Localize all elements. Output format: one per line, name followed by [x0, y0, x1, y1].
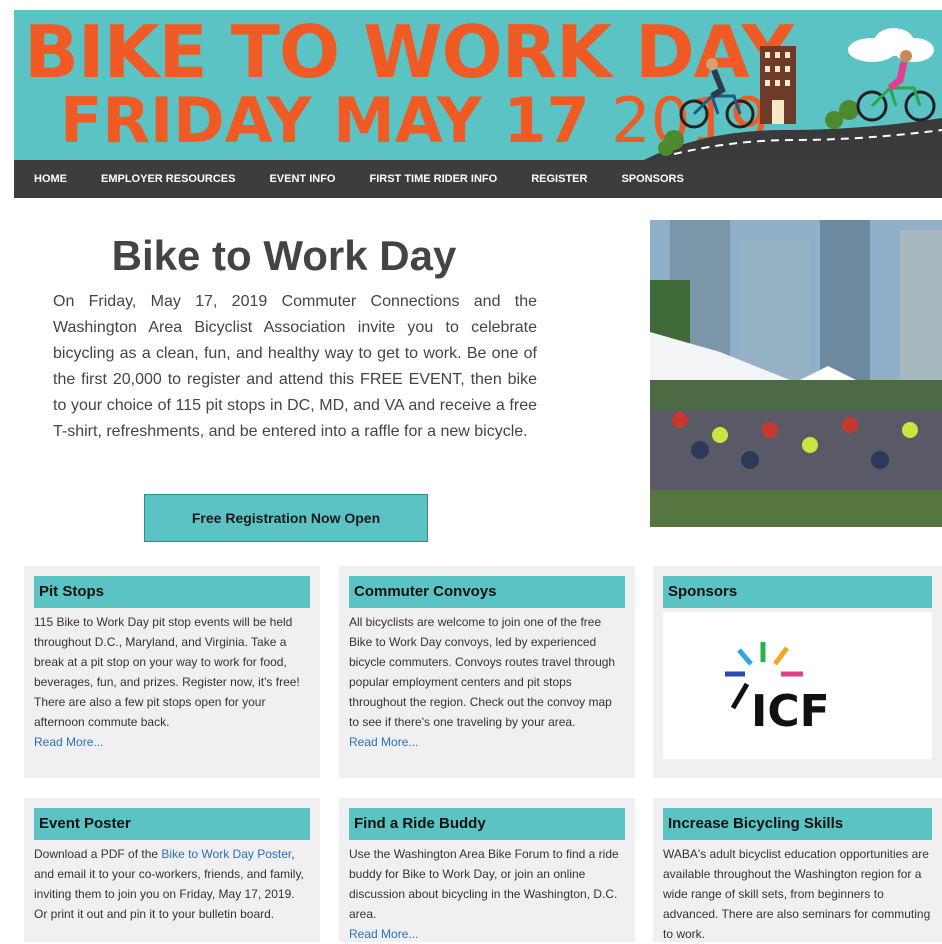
browser-top-strip: [0, 0, 942, 10]
free-registration-button[interactable]: Free Registration Now Open: [144, 494, 428, 542]
nav-event-info[interactable]: EVENT INFO: [252, 173, 352, 185]
intro-paragraph: On Friday, May 17, 2019 Commuter Connect…: [53, 293, 537, 440]
poster-link[interactable]: Bike to Work Day Poster: [161, 847, 291, 861]
banner-date-main: FRIDAY MAY 17: [60, 84, 590, 157]
icf-logo-text: ICF: [751, 686, 830, 737]
nav-employer-resources[interactable]: EMPLOYER RESOURCES: [84, 173, 252, 185]
card-body: Download a PDF of the Bike to Work Day P…: [34, 844, 310, 924]
card-ride-buddy: Find a Ride Buddy Use the Washington Are…: [339, 798, 635, 942]
main-nav: HOME EMPLOYER RESOURCES EVENT INFO FIRST…: [14, 160, 942, 198]
card-event-poster: Event Poster Download a PDF of the Bike …: [24, 798, 320, 942]
card-bicycling-skills: Increase Bicycling Skills WABA's adult b…: [653, 798, 942, 942]
nav-sponsors[interactable]: SPONSORS: [604, 173, 700, 185]
card-body: WABA's adult bicyclist education opportu…: [663, 847, 931, 941]
card-pit-stops: Pit Stops 115 Bike to Work Day pit stop …: [24, 566, 320, 778]
cyclist-icon: [679, 58, 755, 129]
cyclist-icon: [856, 50, 936, 122]
read-more-link[interactable]: Read More...: [349, 924, 625, 944]
read-more-link[interactable]: Read More...: [349, 732, 625, 752]
nav-first-time-rider-info[interactable]: FIRST TIME RIDER INFO: [352, 173, 514, 185]
event-photo: [650, 220, 942, 527]
icf-logo[interactable]: ICF: [663, 612, 932, 759]
card-body: 115 Bike to Work Day pit stop events wil…: [34, 615, 300, 729]
page-title: Bike to Work Day: [111, 232, 457, 279]
card-body: Use the Washington Area Bike Forum to fi…: [349, 847, 619, 921]
card-commuter-convoys: Commuter Convoys All bicyclists are welc…: [339, 566, 635, 778]
card-title: Find a Ride Buddy: [349, 808, 625, 840]
card-title: Event Poster: [34, 808, 310, 840]
nav-register[interactable]: REGISTER: [514, 173, 604, 185]
card-sponsors: Sponsors ICF: [653, 566, 942, 778]
read-more-link[interactable]: Read More...: [34, 732, 310, 752]
header-banner: BIKE TO WORK DAY FRIDAY MAY 17 2019: [14, 10, 942, 160]
building-icon: [760, 46, 796, 124]
card-body: All bicyclists are welcome to join one o…: [349, 615, 616, 729]
card-title: Commuter Convoys: [349, 576, 625, 608]
nav-home[interactable]: HOME: [14, 173, 84, 185]
card-body-pre: Download a PDF of the: [34, 847, 162, 861]
card-title: Pit Stops: [34, 576, 310, 608]
card-title: Sponsors: [663, 576, 932, 608]
card-title: Increase Bicycling Skills: [663, 808, 932, 840]
